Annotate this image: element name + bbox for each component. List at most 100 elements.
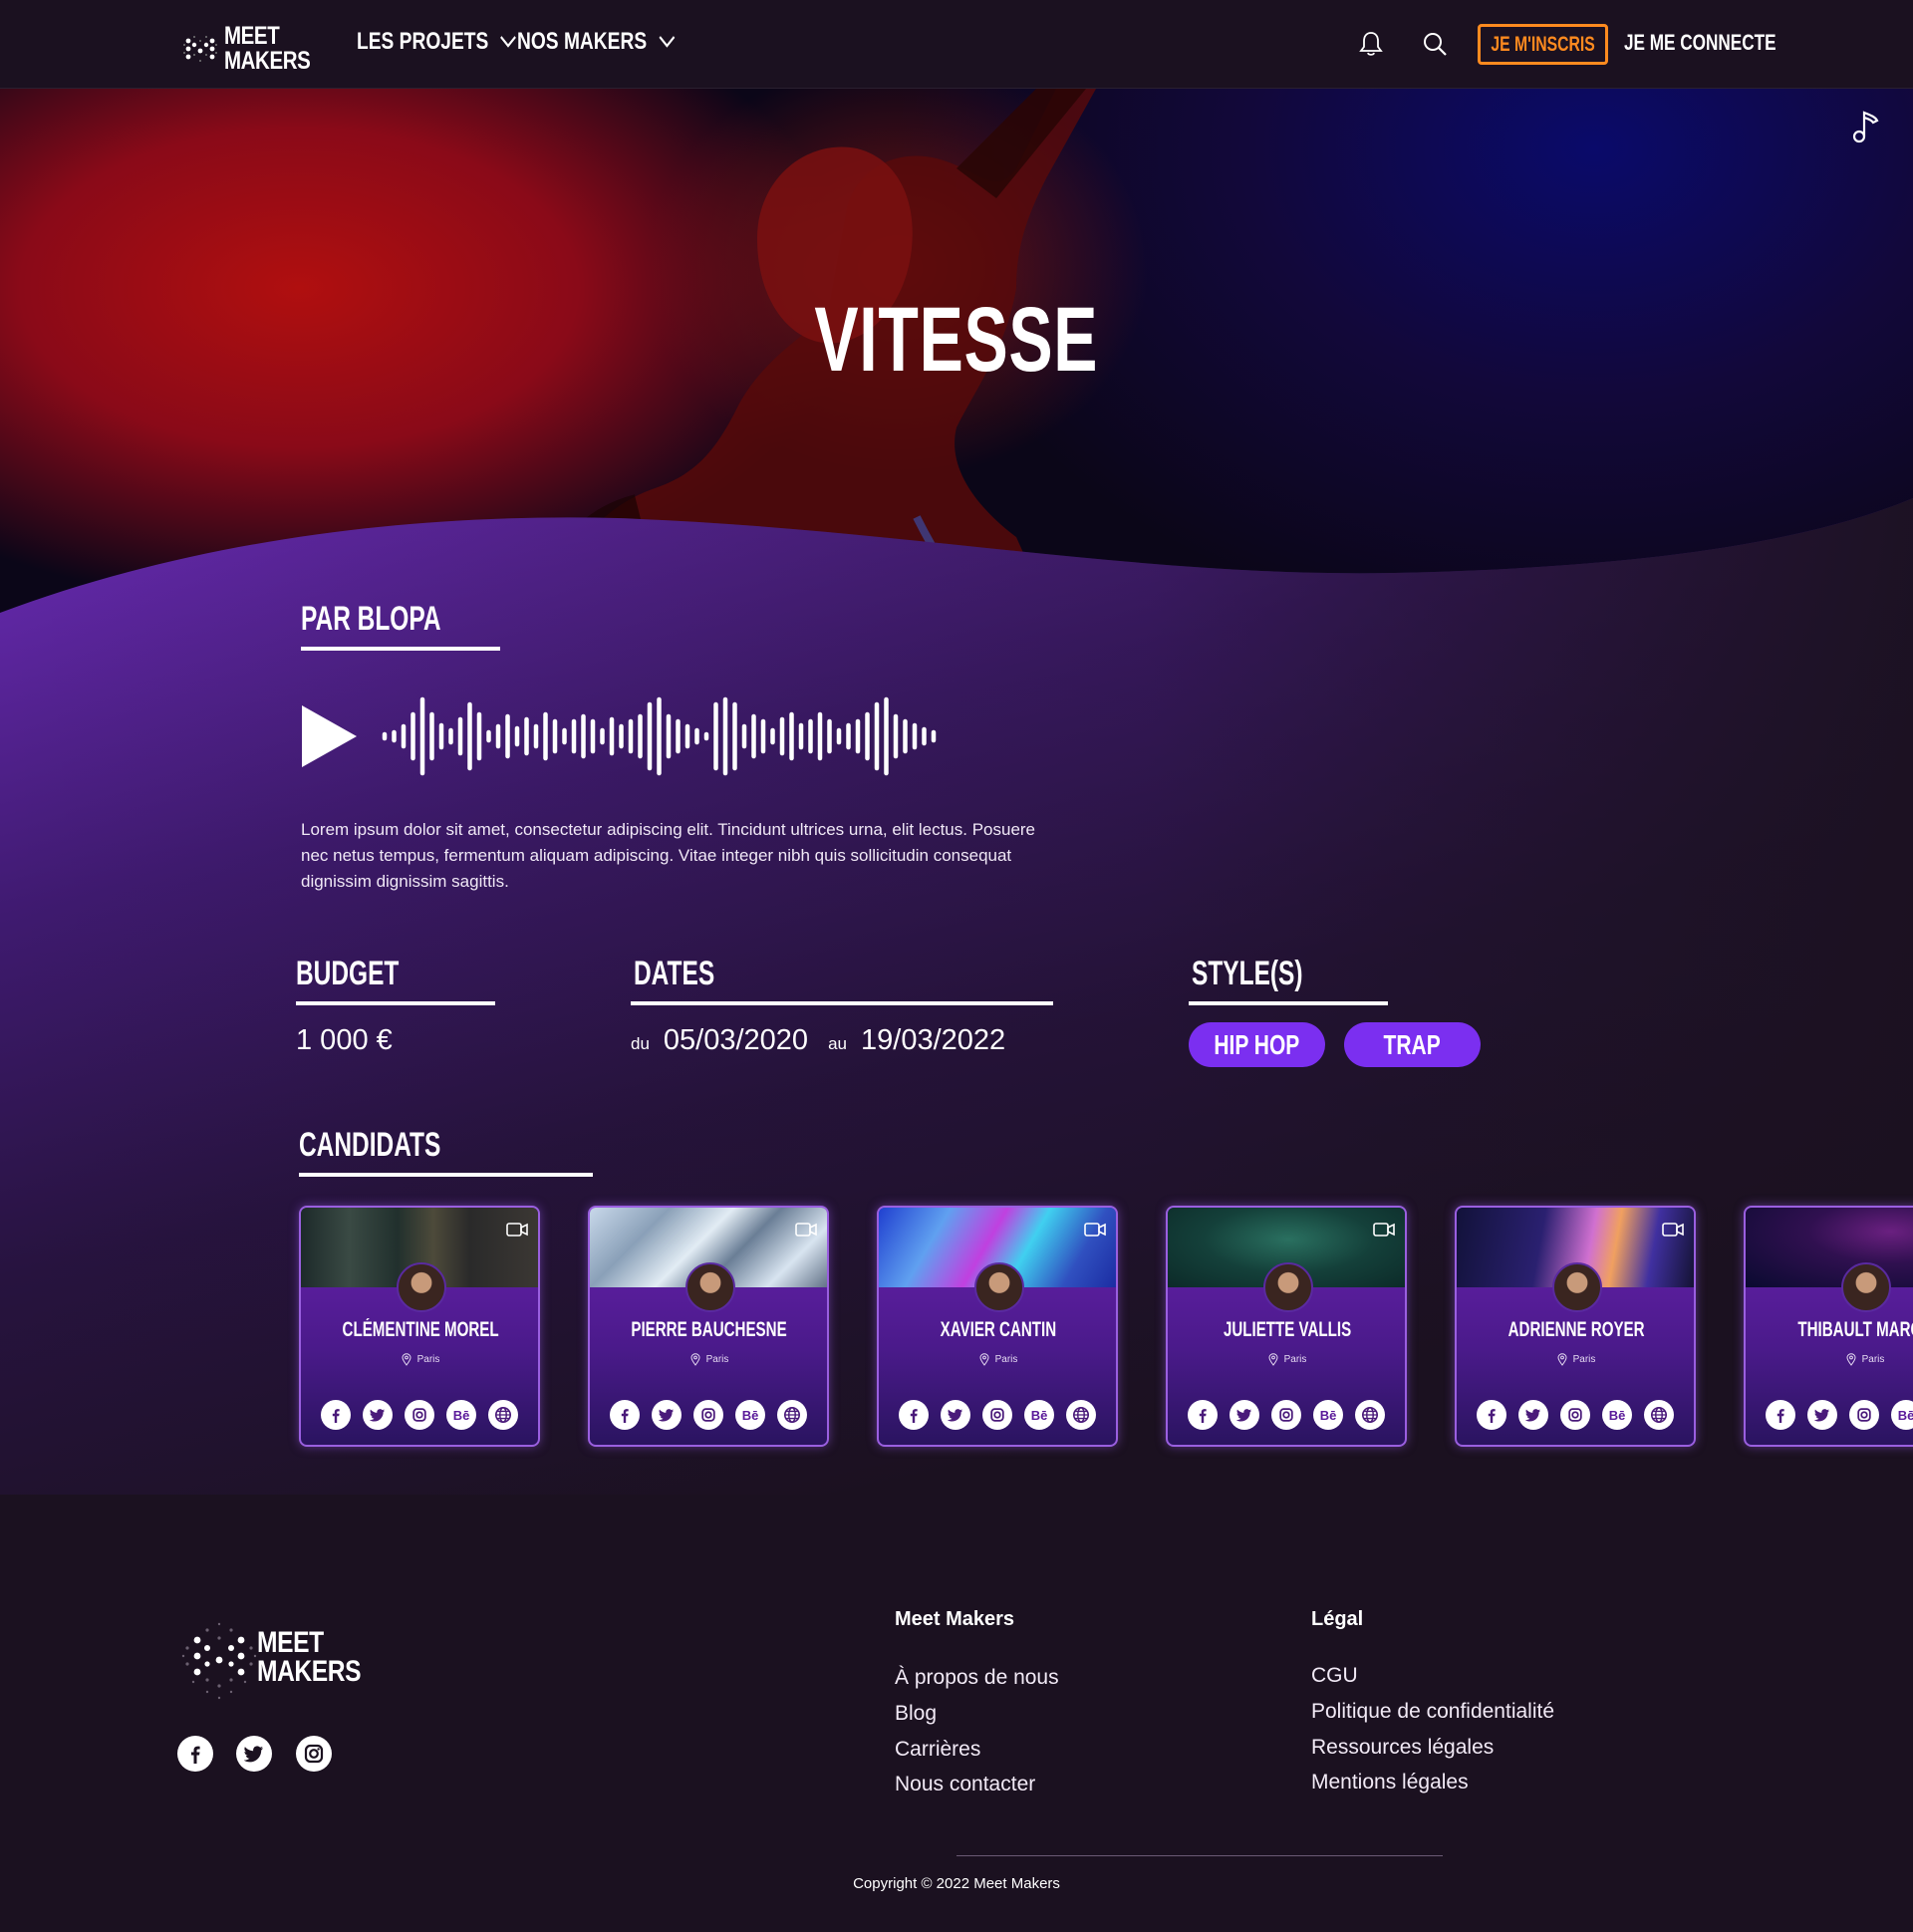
twitter-icon[interactable] xyxy=(941,1400,970,1430)
bell-icon[interactable] xyxy=(1357,30,1385,58)
style-tag-hip-hop[interactable]: HIP HOP xyxy=(1189,1022,1325,1067)
candidate-location: Paris xyxy=(879,1353,1116,1366)
search-icon[interactable] xyxy=(1421,30,1449,58)
video-camera-icon[interactable] xyxy=(1084,1222,1106,1238)
footer-instagram-icon[interactable] xyxy=(296,1736,332,1772)
video-camera-icon[interactable] xyxy=(1373,1222,1395,1238)
video-camera-icon[interactable] xyxy=(506,1222,528,1238)
avatar[interactable] xyxy=(974,1262,1024,1312)
candidate-card[interactable]: XAVIER CANTIN Paris Bē xyxy=(877,1206,1118,1447)
behance-icon[interactable]: Bē xyxy=(1313,1400,1343,1430)
candidate-name[interactable]: XAVIER CANTIN xyxy=(879,1318,1116,1342)
logo-line-1: MEET xyxy=(224,22,280,50)
globe-icon[interactable] xyxy=(488,1400,518,1430)
twitter-icon[interactable] xyxy=(363,1400,393,1430)
behance-text: Bē xyxy=(741,1407,759,1423)
candidate-name[interactable]: THIBAULT MARCO xyxy=(1746,1318,1913,1342)
avatar[interactable] xyxy=(1552,1262,1602,1312)
behance-icon[interactable]: Bē xyxy=(735,1400,765,1430)
facebook-icon[interactable] xyxy=(321,1400,351,1430)
instagram-icon[interactable] xyxy=(405,1400,434,1430)
candidate-location-text: Paris xyxy=(1572,1354,1596,1365)
globe-icon[interactable] xyxy=(1644,1400,1674,1430)
chevron-down-icon xyxy=(659,36,676,48)
footer-col1-title: Meet Makers xyxy=(895,1608,1015,1630)
style-tag-trap[interactable]: TRAP xyxy=(1344,1022,1481,1067)
candidate-name[interactable]: CLÉMENTINE MOREL xyxy=(301,1318,538,1342)
footer-link-cgu[interactable]: CGU xyxy=(1311,1664,1358,1688)
behance-icon[interactable]: Bē xyxy=(1602,1400,1632,1430)
music-note-icon[interactable] xyxy=(1849,109,1883,144)
behance-icon[interactable]: Bē xyxy=(1891,1400,1913,1430)
footer-link-privacy[interactable]: Politique de confidentialité xyxy=(1311,1700,1554,1724)
nav-les-projets[interactable]: LES PROJETS xyxy=(357,28,517,56)
globe-icon[interactable] xyxy=(1066,1400,1096,1430)
nav-nos-makers[interactable]: NOS MAKERS xyxy=(517,28,676,56)
candidate-location: Paris xyxy=(1457,1353,1694,1366)
candidate-socials: Bē xyxy=(321,1400,518,1430)
instagram-icon[interactable] xyxy=(1271,1400,1301,1430)
candidate-name[interactable]: ADRIENNE ROYER xyxy=(1457,1318,1694,1342)
candidate-card[interactable]: THIBAULT MARCO Paris Bē xyxy=(1744,1206,1913,1447)
candidate-card[interactable]: JULIETTE VALLIS Paris Bē xyxy=(1166,1206,1407,1447)
candidate-name-text: THIBAULT MARCO xyxy=(1797,1318,1913,1341)
candidate-card[interactable]: CLÉMENTINE MOREL Paris Bē xyxy=(299,1206,540,1447)
site-logo[interactable]: MEET MAKERS xyxy=(182,24,329,74)
behance-icon[interactable]: Bē xyxy=(1024,1400,1054,1430)
avatar[interactable] xyxy=(1263,1262,1313,1312)
twitter-icon[interactable] xyxy=(1518,1400,1548,1430)
video-camera-icon[interactable] xyxy=(1662,1222,1684,1238)
project-description: Lorem ipsum dolor sit amet, consectetur … xyxy=(301,820,1036,891)
globe-icon[interactable] xyxy=(777,1400,807,1430)
candidate-location-text: Paris xyxy=(416,1354,440,1365)
footer-link-blog[interactable]: Blog xyxy=(895,1702,937,1726)
login-button[interactable]: JE ME CONNECTE xyxy=(1624,30,1776,56)
date-to-label: au xyxy=(828,1034,847,1053)
candidate-name-text: PIERRE BAUCHESNE xyxy=(631,1318,788,1341)
twitter-icon[interactable] xyxy=(652,1400,682,1430)
candidates-title: CANDIDATS xyxy=(299,1126,441,1164)
footer-logo[interactable]: MEET MAKERS xyxy=(179,1612,384,1702)
video-camera-icon[interactable] xyxy=(795,1222,817,1238)
twitter-icon[interactable] xyxy=(1807,1400,1837,1430)
footer-facebook-icon[interactable] xyxy=(177,1736,213,1772)
candidate-card[interactable]: PIERRE BAUCHESNE Paris Bē xyxy=(588,1206,829,1447)
audio-player[interactable] xyxy=(299,682,1066,791)
facebook-icon[interactable] xyxy=(1766,1400,1795,1430)
candidate-name-text: XAVIER CANTIN xyxy=(940,1318,1057,1341)
footer-link-careers[interactable]: Carrières xyxy=(895,1738,980,1762)
candidate-socials: Bē xyxy=(610,1400,807,1430)
instagram-icon[interactable] xyxy=(982,1400,1012,1430)
globe-icon[interactable] xyxy=(1355,1400,1385,1430)
footer-link-legal-notice[interactable]: Mentions légales xyxy=(1311,1771,1469,1794)
footer-link-contact[interactable]: Nous contacter xyxy=(895,1773,1035,1796)
avatar[interactable] xyxy=(685,1262,735,1312)
footer-twitter-icon[interactable] xyxy=(236,1736,272,1772)
signup-button[interactable]: JE M'INSCRIS xyxy=(1478,24,1608,65)
twitter-icon[interactable] xyxy=(1230,1400,1259,1430)
facebook-icon[interactable] xyxy=(899,1400,929,1430)
footer-link-about[interactable]: À propos de nous xyxy=(895,1666,1059,1690)
avatar[interactable] xyxy=(397,1262,446,1312)
dates-range: du 05/03/2020 au 19/03/2022 xyxy=(631,1024,1025,1057)
instagram-icon[interactable] xyxy=(693,1400,723,1430)
candidate-name[interactable]: PIERRE BAUCHESNE xyxy=(590,1318,827,1342)
project-title: VITESSE xyxy=(0,288,1913,393)
facebook-icon[interactable] xyxy=(610,1400,640,1430)
logo-mark-icon xyxy=(181,1622,257,1700)
footer-logo-text: MEET MAKERS xyxy=(257,1628,362,1687)
candidate-name[interactable]: JULIETTE VALLIS xyxy=(1168,1318,1405,1342)
footer-link-legal-resources[interactable]: Ressources légales xyxy=(1311,1736,1494,1760)
instagram-icon[interactable] xyxy=(1560,1400,1590,1430)
date-from-label: du xyxy=(631,1034,650,1053)
candidate-location-text: Paris xyxy=(705,1354,729,1365)
facebook-icon[interactable] xyxy=(1477,1400,1506,1430)
behance-icon[interactable]: Bē xyxy=(446,1400,476,1430)
facebook-icon[interactable] xyxy=(1188,1400,1218,1430)
chevron-down-icon xyxy=(500,36,517,48)
candidate-card[interactable]: ADRIENNE ROYER Paris Bē xyxy=(1455,1206,1696,1447)
instagram-icon[interactable] xyxy=(1849,1400,1879,1430)
twitter-icon xyxy=(244,1746,263,1763)
dates-title: DATES xyxy=(634,955,715,992)
avatar[interactable] xyxy=(1841,1262,1891,1312)
